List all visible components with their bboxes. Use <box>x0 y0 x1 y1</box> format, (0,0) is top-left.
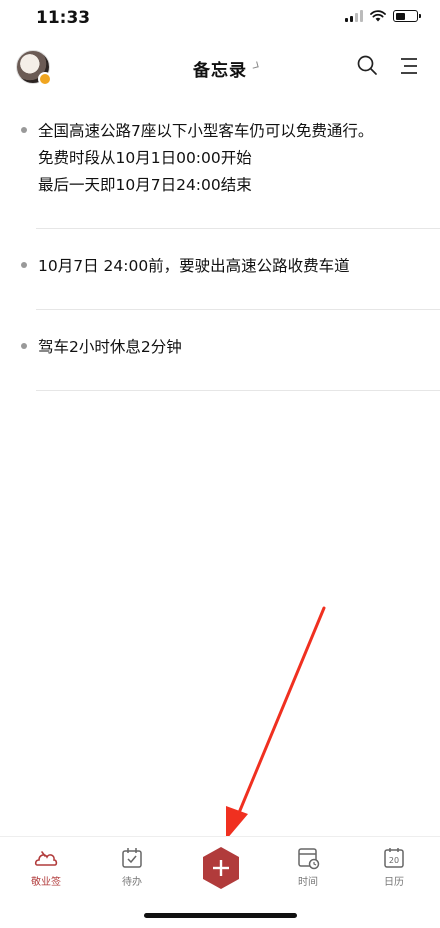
memo-line: 最后一天即10月7日24:00结束 <box>38 176 252 194</box>
memo-item[interactable]: 全国高速公路7座以下小型客车仍可以免费通行。 免费时段从10月1日00:00开始… <box>0 112 440 229</box>
battery-icon <box>393 10 421 22</box>
tab-label: 敬业签 <box>31 877 61 888</box>
wifi-icon <box>370 10 386 22</box>
bottom-tab-bar: 敬业签 待办 时间 20 日历 <box>0 836 440 898</box>
cloud-sign-icon <box>34 851 58 866</box>
tab-label: 待办 <box>122 877 142 888</box>
search-icon[interactable] <box>356 54 378 76</box>
status-time: 11:33 <box>36 8 91 28</box>
bullet-icon <box>21 262 27 268</box>
calendar-day: 20 <box>389 856 399 865</box>
signal-icon <box>345 10 363 22</box>
page-title[interactable]: 备忘录 <box>193 61 247 81</box>
tab-calendar[interactable]: 20 日历 <box>364 845 424 888</box>
memo-item[interactable]: 10月7日 24:00前，要驶出高速公路收费车道 <box>0 229 440 310</box>
add-icon <box>203 847 239 889</box>
memo-list: 全国高速公路7座以下小型客车仍可以免费通行。 免费时段从10月1日00:00开始… <box>0 112 440 391</box>
tab-label: 时间 <box>298 877 318 888</box>
divider <box>36 390 440 391</box>
app-screen: 11:33 备忘录 全国高速公路7座以下小型客车仍可以免费通行。 免费时段从10… <box>0 0 440 928</box>
tab-label: 日历 <box>384 877 404 888</box>
calendar-check-icon <box>122 848 142 868</box>
memo-item[interactable]: 驾车2小时休息2分钟 <box>0 310 440 391</box>
bullet-icon <box>21 343 27 349</box>
memo-line: 全国高速公路7座以下小型客车仍可以免费通行。 <box>38 122 374 140</box>
memo-line: 免费时段从10月1日00:00开始 <box>38 149 252 167</box>
memo-line: 驾车2小时休息2分钟 <box>38 338 182 356</box>
home-indicator <box>144 913 297 918</box>
menu-icon[interactable] <box>398 56 420 76</box>
tab-time[interactable]: 时间 <box>278 845 338 888</box>
tab-todo[interactable]: 待办 <box>102 845 162 888</box>
add-memo-button[interactable] <box>200 845 242 891</box>
calendar-icon: 20 <box>384 848 404 868</box>
app-header: 备忘录 <box>0 44 440 92</box>
memo-line: 10月7日 24:00前，要驶出高速公路收费车道 <box>38 257 350 275</box>
status-bar: 11:33 <box>0 0 440 40</box>
status-icons <box>345 10 421 22</box>
time-schedule-icon <box>298 848 320 870</box>
tab-jingyeqian[interactable]: 敬业签 <box>16 845 76 888</box>
bullet-icon <box>21 127 27 133</box>
